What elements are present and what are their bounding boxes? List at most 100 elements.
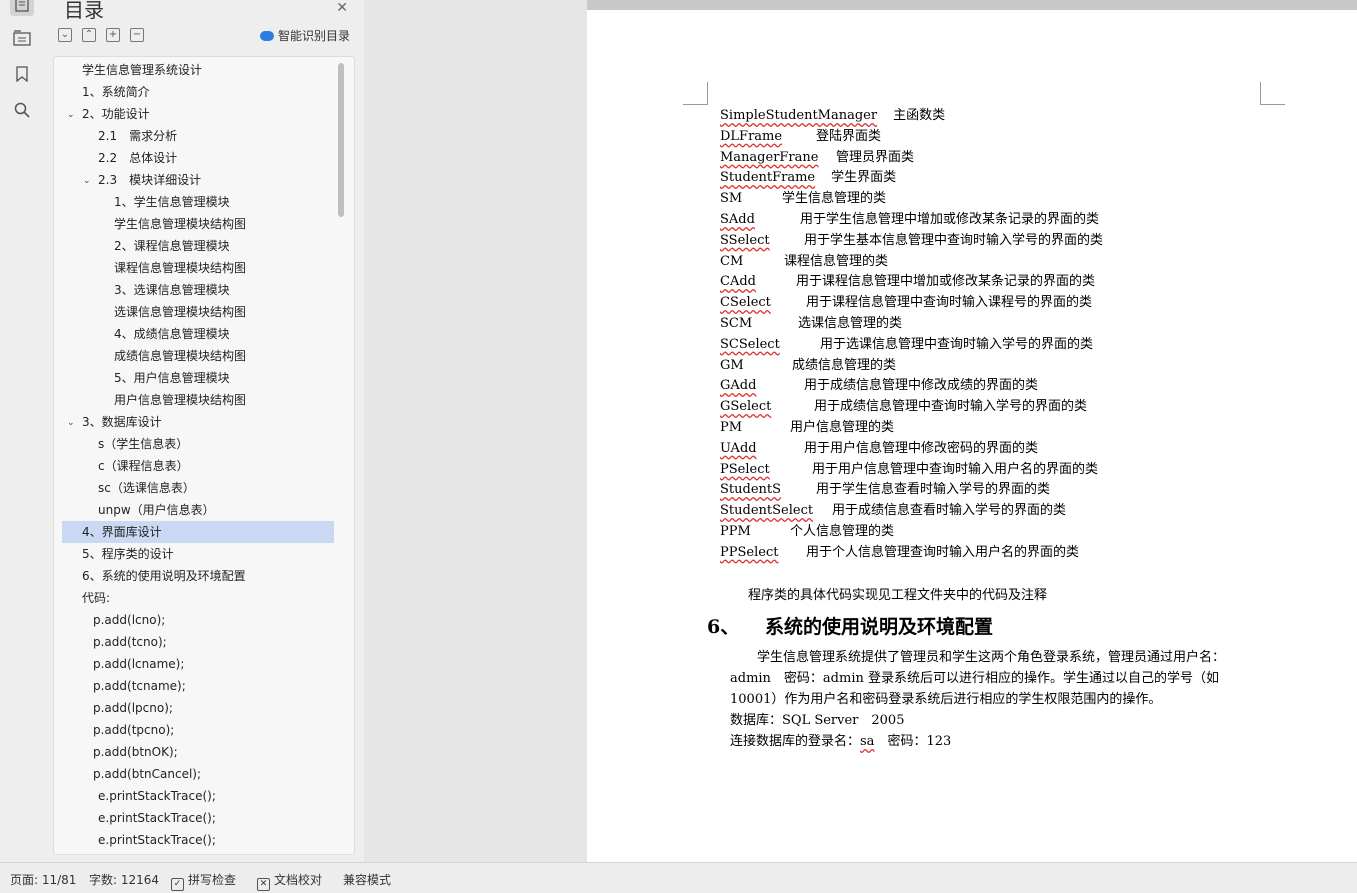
class-description-line: StudentSelect 用于成绩信息查看时输入学号的界面的类: [720, 501, 1066, 521]
collapse-all-icon[interactable]: ⌃: [82, 28, 96, 42]
toc-item[interactable]: p.add(tcname);: [62, 675, 334, 697]
toc-item[interactable]: p.add(btnCancel);: [62, 763, 334, 785]
toc-item[interactable]: 2、课程信息管理模块: [62, 235, 334, 257]
toc-item[interactable]: 5、用户信息管理模块: [62, 367, 334, 389]
class-desc: 用于成绩信息管理中查询时输入学号的界面的类: [814, 399, 1088, 415]
toc-item[interactable]: 成绩信息管理模块结构图: [62, 345, 334, 367]
class-description-line: CAdd 用于课程信息管理中增加或修改某条记录的界面的类: [720, 272, 1095, 292]
class-description-line: PPSelect 用于个人信息管理查询时输入用户名的界面的类: [720, 543, 1079, 563]
close-icon[interactable]: ✕: [336, 0, 348, 16]
class-desc: 用于学生信息管理中增加或修改某条记录的界面的类: [800, 212, 1100, 227]
word-count[interactable]: 字数: 12164: [89, 871, 159, 888]
toc-item-label: p.add(tcno);: [93, 635, 167, 649]
toc-item[interactable]: e.printStackTrace();: [62, 829, 334, 851]
toc-item[interactable]: p.add(btnOK);: [62, 741, 334, 763]
class-desc: 用于选课信息管理中查询时输入学号的界面的类: [820, 336, 1094, 352]
toc-item[interactable]: s（学生信息表）: [62, 433, 334, 455]
chevron-down-icon[interactable]: ⌄: [83, 170, 91, 192]
proofread-button[interactable]: ✕ 文档校对: [257, 871, 322, 891]
toc-scrollbar[interactable]: [338, 63, 344, 843]
toc-item[interactable]: 课程信息管理模块结构图: [62, 257, 334, 279]
page-indicator[interactable]: 页面: 11/81: [10, 871, 76, 888]
document-viewport[interactable]: 程序类的具体代码实现见工程文件夹中的代码及注释 6、 系统的使用说明及环境配置 学…: [364, 0, 1357, 862]
toc-item[interactable]: p.add(lcname);: [62, 653, 334, 675]
toc-item[interactable]: 学生信息管理模块结构图: [62, 213, 334, 235]
spell-check-button[interactable]: ✓ 拼写检查: [171, 871, 236, 891]
class-desc: 成绩信息管理的类: [792, 357, 897, 373]
class-desc: 登陆界面类: [816, 128, 882, 144]
usage-paragraph-line-3: 10001）作为用户名和密码登录系统后进行相应的学生权限范围内的操作。: [730, 692, 1162, 707]
chevron-down-icon[interactable]: ⌄: [67, 412, 75, 434]
class-desc: 用于学生基本信息管理中查询时输入学号的界面的类: [804, 232, 1104, 248]
toc-item-label: 3、选课信息管理模块: [114, 283, 230, 297]
chevron-down-icon[interactable]: ⌄: [67, 104, 75, 126]
toc-item[interactable]: 6、系统的使用说明及环境配置: [62, 565, 334, 587]
class-name: PPSelect: [720, 544, 779, 560]
expand-all-icon[interactable]: ⌄: [58, 28, 72, 42]
class-description-line: StudentFrame 学生界面类: [720, 168, 896, 188]
toc-item[interactable]: 代码:: [62, 587, 334, 609]
spell-check-icon: ✓: [171, 878, 184, 891]
toc-item[interactable]: 3、选课信息管理模块: [62, 279, 334, 301]
toc-item[interactable]: 选课信息管理模块结构图: [62, 301, 334, 323]
toc-item[interactable]: p.add(lpcno);: [62, 697, 334, 719]
class-desc: 学生界面类: [831, 170, 897, 186]
toc-item-label: 4、成绩信息管理模块: [114, 327, 230, 341]
section-heading: 6、 系统的使用说明及环境配置: [707, 612, 993, 639]
class-description-line: CSelect 用于课程信息管理中查询时输入课程号的界面的类: [720, 293, 1092, 313]
class-name: StudentSelect: [720, 503, 814, 519]
database-line: 数据库：SQL Server 2005: [730, 713, 905, 728]
toc-toolbar: ⌄ ⌃ + −: [58, 28, 144, 42]
class-name: ManagerFrane: [720, 149, 819, 165]
toc-list[interactable]: 学生信息管理系统设计 1、系统简介 ⌄ 2、功能设计 2.1 需求分析 2.2 总体设计 ⌄…: [53, 56, 355, 855]
toc-item[interactable]: 5、程序类的设计: [62, 543, 334, 565]
toc-item[interactable]: ⌄ 3、数据库设计: [62, 411, 334, 433]
toc-item-label: 学生信息管理系统设计: [82, 63, 203, 77]
outline-icon[interactable]: [10, 26, 34, 50]
search-icon[interactable]: [10, 98, 34, 122]
section-title: 系统的使用说明及环境配置: [765, 616, 994, 638]
toc-item[interactable]: 4、成绩信息管理模块: [62, 323, 334, 345]
toc-item[interactable]: ⌄ 2.3 模块详细设计: [62, 169, 334, 191]
toc-item[interactable]: e.printStackTrace();: [62, 807, 334, 829]
remove-heading-icon[interactable]: −: [130, 28, 144, 42]
toc-item-label: 2.2 总体设计: [98, 151, 178, 165]
smart-toc-label: 智能识别目录: [277, 29, 350, 43]
toc-item[interactable]: p.add(tcno);: [62, 631, 334, 653]
toc-item[interactable]: sc（选课信息表）: [62, 477, 334, 499]
document-page[interactable]: 程序类的具体代码实现见工程文件夹中的代码及注释 6、 系统的使用说明及环境配置 学…: [587, 10, 1357, 862]
toc-icon[interactable]: [10, 0, 34, 16]
toc-item-label: p.add(lcname);: [93, 657, 185, 671]
toc-item[interactable]: 学生信息管理系统设计: [62, 59, 334, 81]
smart-toc-button[interactable]: 智能识别目录: [259, 27, 350, 44]
toc-item[interactable]: c（课程信息表）: [62, 455, 334, 477]
class-desc: 用于用户信息管理中修改密码的界面的类: [804, 440, 1039, 456]
toc-item-label: 2、课程信息管理模块: [114, 239, 230, 253]
class-description-line: ManagerFrane 管理员界面类: [720, 148, 914, 168]
toc-item[interactable]: 4、界面库设计: [62, 521, 334, 543]
add-heading-icon[interactable]: +: [106, 28, 120, 42]
toc-item[interactable]: 用户信息管理模块结构图: [62, 389, 334, 411]
toc-item[interactable]: 1、学生信息管理模块: [62, 191, 334, 213]
toc-item[interactable]: ⌄ 2、功能设计: [62, 103, 334, 125]
login-user: sa: [860, 734, 875, 749]
class-description-line: PPM 个人信息管理的类: [720, 522, 894, 542]
bookmark-icon[interactable]: [10, 62, 34, 86]
login-password: 密码：123: [874, 734, 952, 749]
toc-item[interactable]: 1、系统简介: [62, 81, 334, 103]
toc-item-label: 2.1 需求分析: [98, 129, 178, 143]
toc-item[interactable]: 2.2 总体设计: [62, 147, 334, 169]
toc-item-label: 1、系统简介: [82, 85, 150, 99]
toc-scrollbar-thumb[interactable]: [338, 63, 344, 217]
toc-item[interactable]: p.add(tpcno);: [62, 719, 334, 741]
toc-item[interactable]: unpw（用户信息表）: [62, 499, 334, 521]
class-desc: 课程信息管理的类: [784, 253, 889, 269]
class-name: PM: [720, 420, 743, 435]
smart-toc-icon: [259, 30, 274, 41]
toc-item-label: unpw（用户信息表）: [98, 503, 215, 517]
toc-item[interactable]: 2.1 需求分析: [62, 125, 334, 147]
toc-item[interactable]: e.printStackTrace();: [62, 785, 334, 807]
toc-item[interactable]: p.add(lcno);: [62, 609, 334, 631]
usage-paragraph-line-1: 学生信息管理系统提供了管理员和学生这两个角色登录系统，管理员通过用户名：: [757, 650, 1226, 665]
toc-panel: 目录 ✕ ⌄ ⌃ + − 智能识别目录 学生信息管理系统设计 1、系统简介 ⌄ 2、功…: [44, 0, 364, 862]
